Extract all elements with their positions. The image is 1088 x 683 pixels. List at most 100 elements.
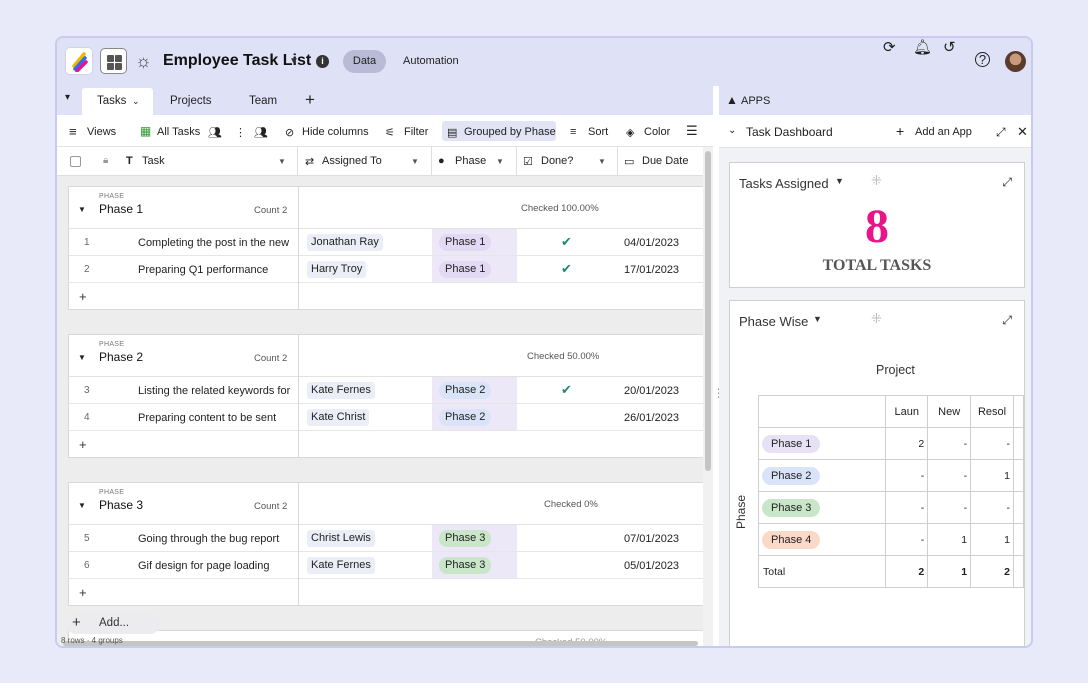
chevron-down-icon[interactable]: ▼ [813, 314, 822, 324]
tab-automation[interactable]: Automation [403, 55, 459, 67]
add-row[interactable]: + [69, 283, 703, 309]
menu-icon[interactable]: ≡ [69, 124, 77, 139]
grouped-by-label[interactable]: Grouped by Phase [464, 126, 556, 138]
add-record-button[interactable]: + Add... [65, 612, 161, 634]
plus-icon[interactable]: + [79, 437, 87, 452]
add-tab-button[interactable]: + [305, 90, 315, 110]
collapse-icon[interactable]: ▼ [78, 353, 86, 362]
card-title[interactable]: Tasks Assigned [739, 176, 829, 191]
check-icon[interactable]: ✔ [561, 234, 572, 250]
drag-handle-icon[interactable]: ⁜ [871, 173, 882, 189]
tab-tasks-label[interactable]: Tasks [97, 95, 126, 107]
app-logo[interactable] [65, 47, 93, 75]
check-icon[interactable]: ✔ [561, 261, 572, 277]
due-date-cell[interactable]: 07/01/2023 [624, 533, 679, 545]
phase-cell[interactable]: Phase 3 [432, 525, 517, 551]
help-icon[interactable]: ? [975, 52, 990, 67]
column-due-date[interactable]: Due Date [642, 155, 688, 167]
table-row[interactable]: 1 Completing the post in the new Jonatha… [69, 229, 703, 256]
assigned-chip[interactable]: Christ Lewis [307, 530, 375, 547]
phase-cell[interactable]: Phase 1 [432, 256, 517, 282]
table-row[interactable]: 4 Preparing content to be sent Kate Chri… [69, 404, 703, 431]
task-cell[interactable]: Preparing Q1 performance [138, 264, 298, 276]
card-title[interactable]: Phase Wise [739, 314, 808, 329]
hide-columns-button[interactable]: Hide columns [302, 126, 369, 138]
filter-button[interactable]: Filter [404, 126, 428, 138]
collaborators-icon[interactable]: 👥︎ [208, 126, 222, 139]
chevron-down-icon[interactable]: ▼ [289, 56, 299, 67]
chevron-down-icon[interactable]: ▾ [65, 92, 70, 103]
column-assigned-to[interactable]: Assigned To [322, 155, 382, 167]
horizontal-scrollbar[interactable] [63, 641, 698, 646]
chevron-down-icon[interactable]: ▼ [496, 157, 504, 166]
task-cell[interactable]: Completing the post in the new [138, 237, 298, 249]
table-row[interactable]: 3 Listing the related keywords for Kate … [69, 377, 703, 404]
due-date-cell[interactable]: 04/01/2023 [624, 237, 679, 249]
phase-cell[interactable]: Phase 2 [432, 377, 517, 403]
expand-icon[interactable]: ⤢ [996, 125, 1006, 140]
phase-cell[interactable]: Phase 1 [432, 229, 517, 255]
tab-team[interactable]: Team [249, 95, 277, 107]
assigned-chip[interactable]: Harry Troy [307, 261, 367, 278]
plus-icon[interactable]: + [79, 585, 87, 600]
assigned-chip[interactable]: Jonathan Ray [307, 234, 383, 251]
column-phase[interactable]: Phase [455, 155, 486, 167]
chevron-down-icon[interactable]: ▼ [835, 176, 844, 186]
due-date-cell[interactable]: 05/01/2023 [624, 560, 679, 572]
chevron-down-icon[interactable]: ▼ [411, 157, 419, 166]
due-date-cell[interactable]: 17/01/2023 [624, 264, 679, 276]
dashboard-title[interactable]: Task Dashboard [746, 125, 833, 139]
due-date-cell[interactable]: 20/01/2023 [624, 385, 679, 397]
avatar[interactable] [1005, 51, 1026, 72]
add-row[interactable]: + [69, 431, 703, 457]
assigned-chip[interactable]: Kate Fernes [307, 557, 375, 574]
tab-data[interactable]: Data [343, 50, 386, 73]
column-task[interactable]: Task [142, 155, 165, 167]
due-date-cell[interactable]: 26/01/2023 [624, 412, 679, 424]
task-cell[interactable]: Preparing content to be sent [138, 412, 298, 424]
collapse-icon[interactable]: ▼ [78, 205, 86, 214]
check-icon[interactable]: ✔ [561, 382, 572, 398]
chevron-down-icon[interactable]: ▼ [278, 157, 286, 166]
sort-button[interactable]: Sort [588, 126, 608, 138]
color-button[interactable]: Color [644, 126, 670, 138]
expand-icon[interactable]: ⤢ [1002, 175, 1012, 190]
info-icon[interactable]: i [316, 55, 329, 68]
table-row[interactable]: 2 Preparing Q1 performance Harry Troy Ph… [69, 256, 703, 283]
assigned-chip[interactable]: Kate Christ [307, 409, 370, 426]
phase-cell[interactable]: Phase 3 [432, 552, 517, 578]
chevron-down-icon[interactable]: ▼ [598, 157, 606, 166]
add-row[interactable]: + [69, 579, 703, 605]
select-all-checkbox[interactable] [70, 156, 81, 167]
all-tasks-view[interactable]: All Tasks [157, 126, 200, 138]
assigned-chip[interactable]: Kate Fernes [307, 382, 375, 399]
group-header[interactable]: ▼ PHASE Phase 2 Count 2 Checked 50.00% [69, 335, 703, 377]
table-row[interactable]: 6 Gif design for page loading Kate Ferne… [69, 552, 703, 579]
task-cell[interactable]: Gif design for page loading [138, 560, 298, 572]
history-icon[interactable]: ↺ [943, 38, 956, 56]
chevron-down-icon[interactable]: ⌄ [728, 125, 736, 136]
plus-icon[interactable]: + [79, 289, 87, 304]
add-app-button[interactable]: Add an App [915, 126, 972, 138]
vertical-scrollbar[interactable] [703, 147, 713, 646]
views-button[interactable]: Views [87, 126, 116, 138]
row-height-icon[interactable]: ☰ [686, 123, 698, 139]
group-header[interactable]: ▼ PHASE Phase 3 Count 2 Checked 0% [69, 483, 703, 525]
plus-icon[interactable]: + [896, 123, 904, 139]
grid-menu-icon[interactable] [100, 48, 127, 74]
tab-projects[interactable]: Projects [170, 95, 212, 107]
chevron-down-icon[interactable]: ⌄ [132, 96, 140, 107]
task-cell[interactable]: Listing the related keywords for [138, 385, 298, 397]
collapse-icon[interactable]: ▼ [78, 501, 86, 510]
table-row[interactable]: 5 Going through the bug report Christ Le… [69, 525, 703, 552]
close-icon[interactable]: ✕ [1017, 124, 1028, 140]
column-done[interactable]: Done? [541, 155, 573, 167]
expand-icon[interactable]: ⤢ [1002, 313, 1012, 328]
task-cell[interactable]: Going through the bug report [138, 533, 298, 545]
bell-icon[interactable]: 🔔︎ [913, 38, 932, 56]
phase-cell[interactable]: Phase 2 [432, 404, 517, 430]
sync-icon[interactable]: ⟳ [883, 38, 896, 56]
share-view-icon[interactable]: 👥︎ [254, 126, 268, 139]
more-options-icon[interactable]: ⋮ [235, 126, 246, 139]
drag-handle-icon[interactable]: ⁜ [871, 311, 882, 327]
